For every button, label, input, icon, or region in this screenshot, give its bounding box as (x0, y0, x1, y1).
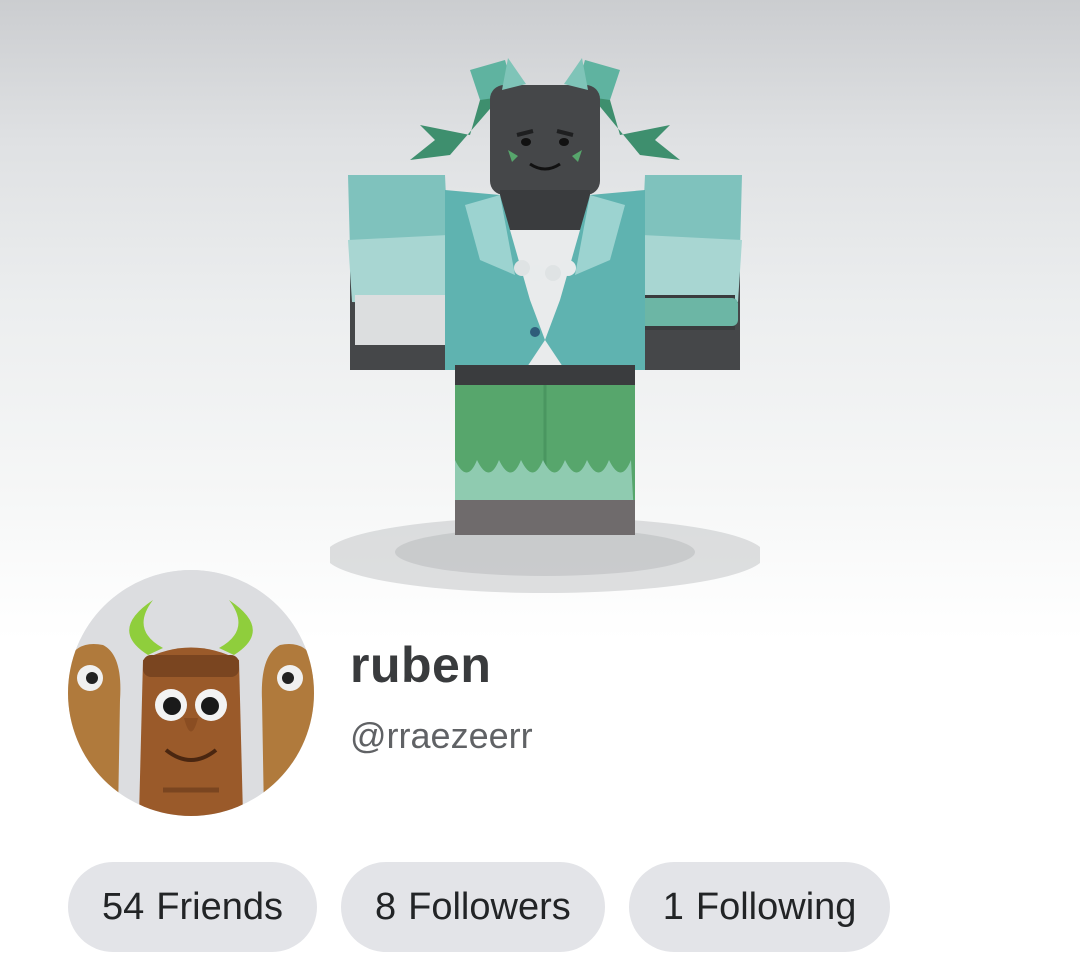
followers-label: Followers (408, 885, 571, 928)
friends-count: 54 (102, 885, 145, 928)
profile-header: ruben @rraezeerr (68, 570, 868, 820)
tiki-headshot-icon (68, 570, 314, 816)
avatar-stage (0, 0, 1080, 640)
followers-count: 8 (375, 885, 397, 928)
display-name: ruben (350, 637, 492, 693)
friends-label: Friends (156, 885, 283, 928)
following-label: Following (695, 885, 857, 928)
followers-button[interactable]: 8 Followers (341, 862, 605, 952)
username: @rraezeerr (350, 715, 533, 756)
profile-stats: 54 Friends 8 Followers 1 Following (68, 862, 891, 952)
friends-button[interactable]: 54 Friends (68, 862, 317, 952)
profile-page: ruben @rraezeerr 54 Friends 8 Followers 1F… (0, 0, 1080, 980)
following-count: 1 (662, 885, 684, 928)
avatar-headshot[interactable] (68, 570, 314, 816)
avatar-3d-icon[interactable] (330, 40, 760, 600)
following-button[interactable]: 1 Following (628, 862, 891, 952)
